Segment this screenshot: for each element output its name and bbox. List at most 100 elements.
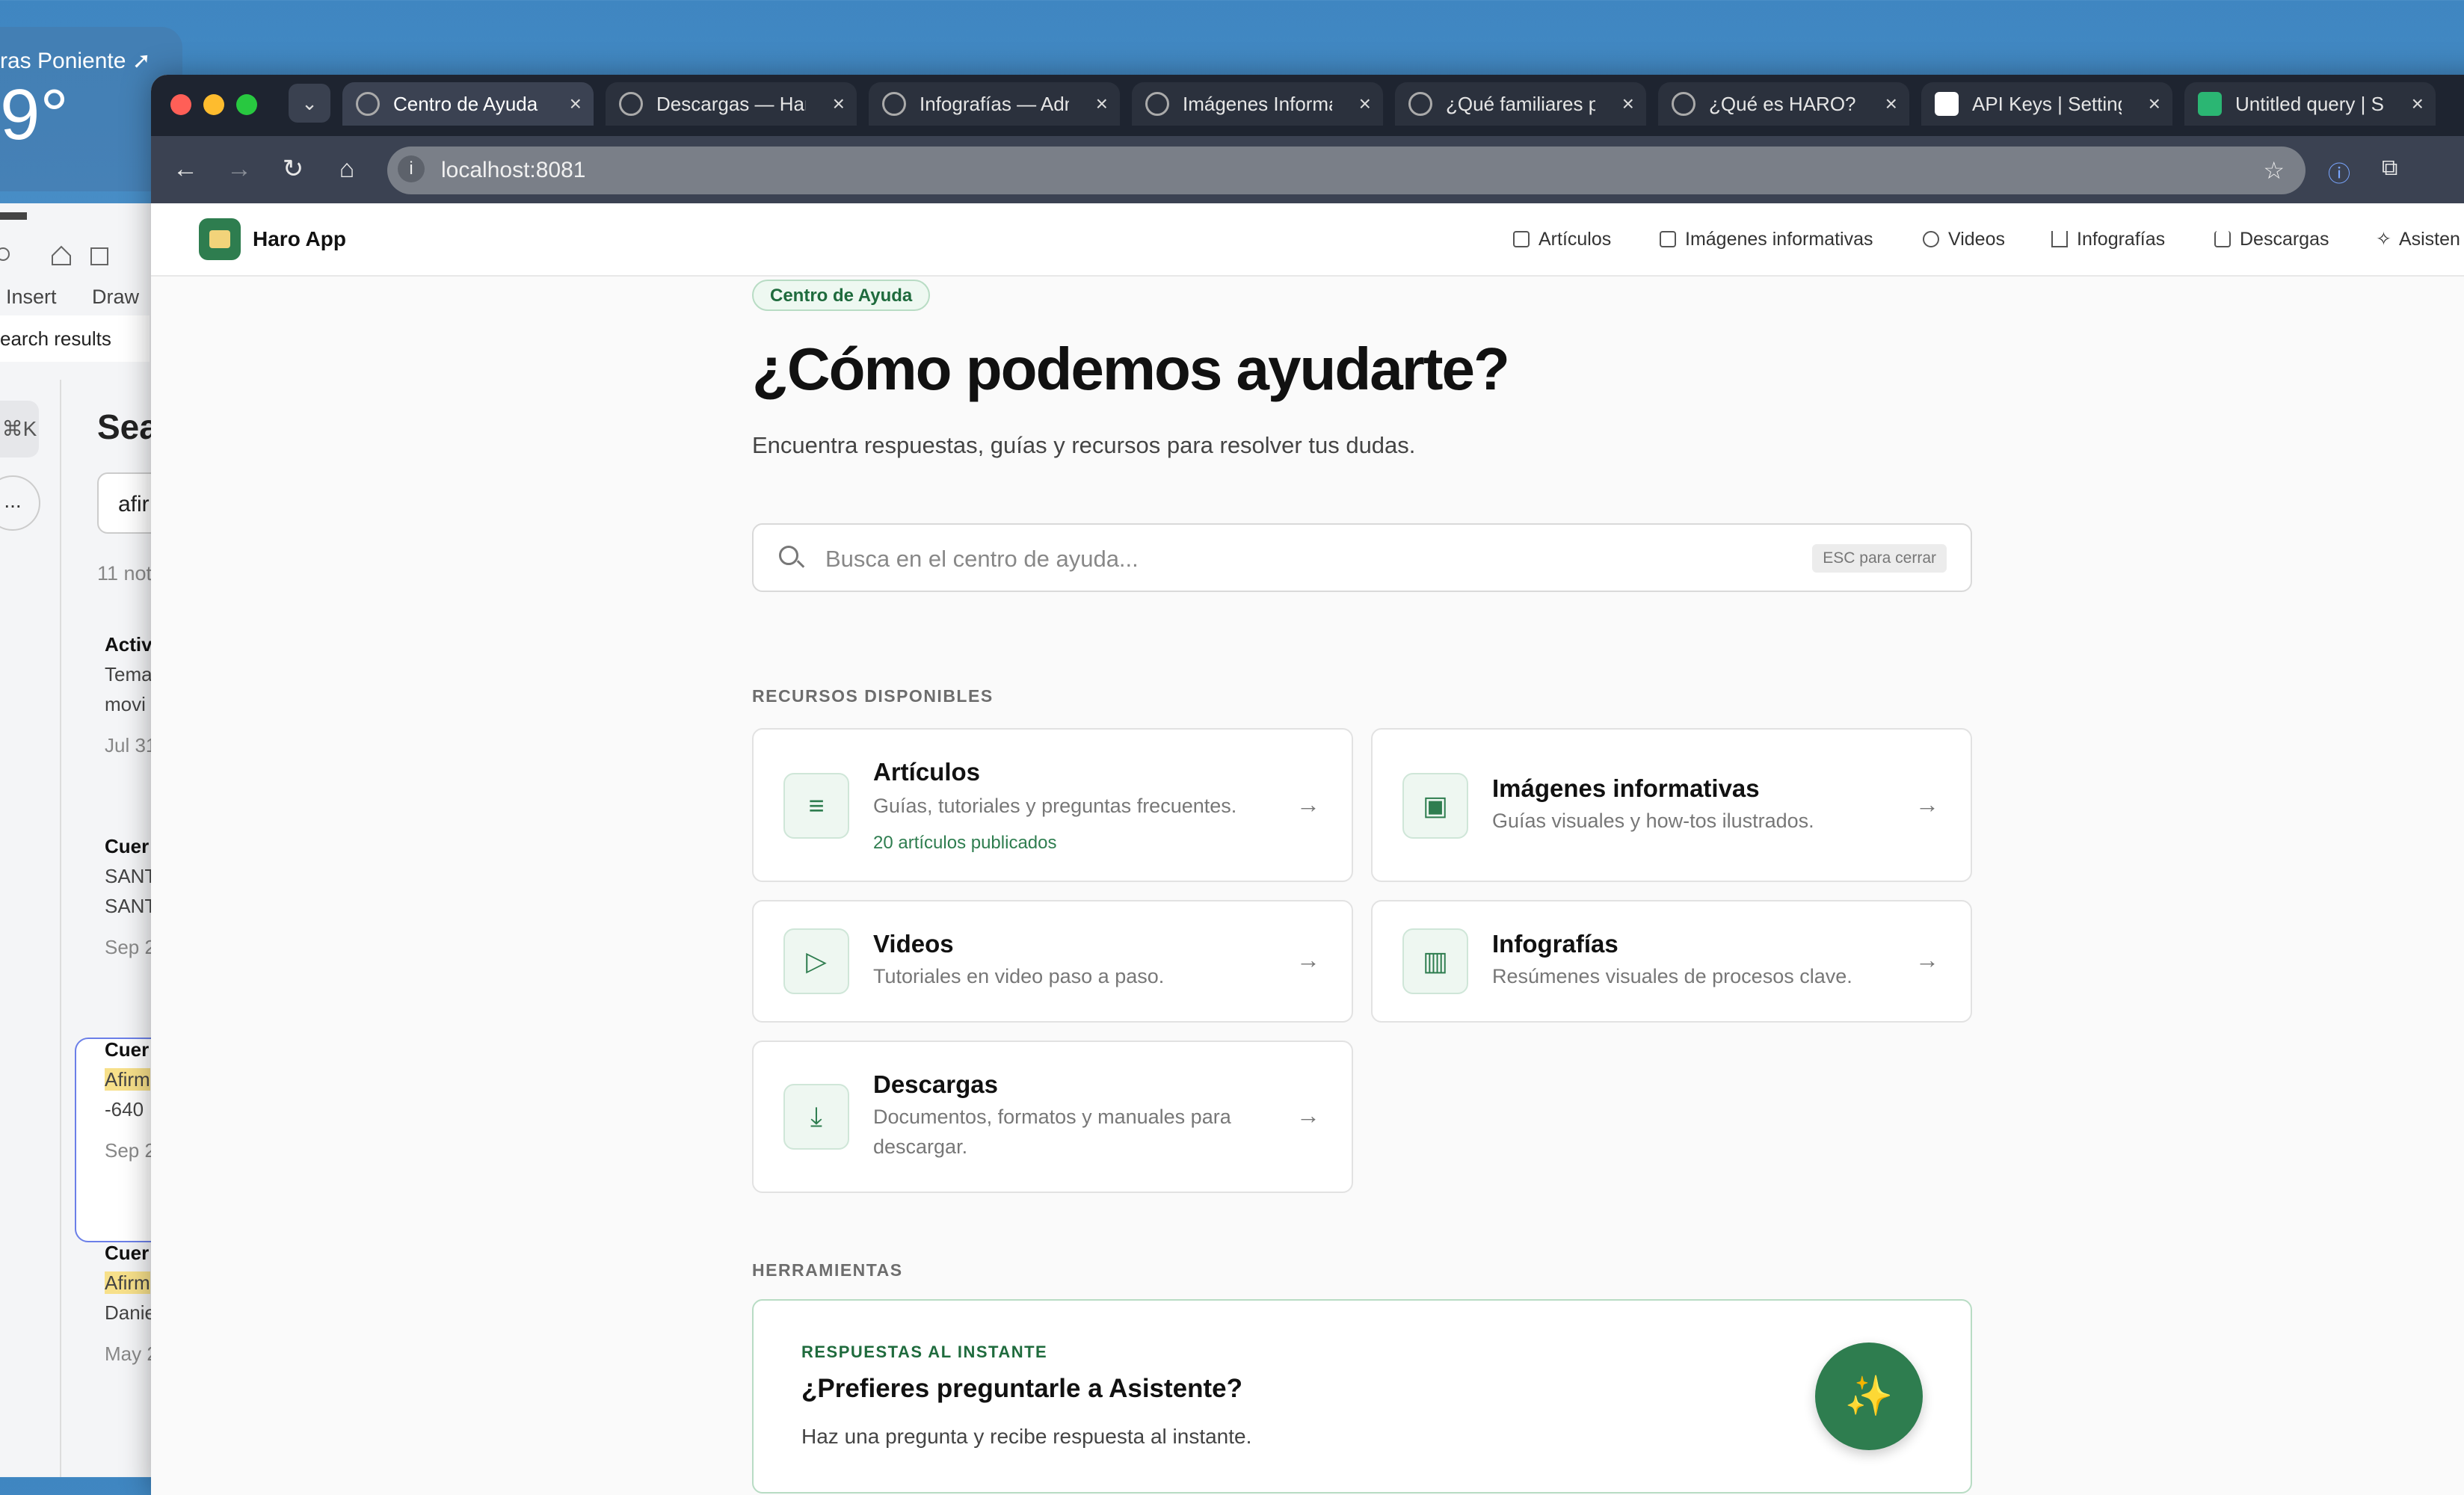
- help-center-page: Haro App Artículos Imágenes informativas…: [151, 203, 2464, 1495]
- browser-window: ⌄ Centro de Ayuda — × Descargas — Haro ×…: [151, 75, 2464, 1495]
- assistant-card[interactable]: RESPUESTAS AL INSTANTE ¿Prefieres pregun…: [752, 1299, 1972, 1494]
- assistant-title: ¿Prefieres preguntarle a Asistente?: [801, 1374, 1243, 1403]
- extensions-icon[interactable]: ⧉: [2382, 155, 2397, 181]
- tab-api-keys[interactable]: API Keys | Settings ×: [1921, 82, 2172, 126]
- search-results-tab[interactable]: earch results: [0, 315, 150, 362]
- note-highlight: Afirm: [105, 1068, 150, 1091]
- nav-videos[interactable]: Videos: [1923, 203, 2005, 275]
- home-icon[interactable]: ⌂: [330, 152, 363, 185]
- close-icon[interactable]: ×: [570, 82, 582, 126]
- back-arrow-icon[interactable]: ←: [169, 152, 202, 185]
- close-window-button[interactable]: [170, 94, 191, 115]
- nav-imagenes[interactable]: Imágenes informativas: [1660, 203, 1873, 275]
- address-bar: ← → ↻ ⌂ i localhost:8081 ☆ ⓘ ⧉: [151, 136, 2464, 203]
- page-subtitle: Encuentra respuestas, guías y recursos p…: [752, 432, 1416, 458]
- card-description: Resúmenes visuales de procesos clave.: [1492, 965, 1852, 987]
- tab-infografias[interactable]: Infografías — Admi ×: [869, 82, 1120, 126]
- download-icon: [2214, 231, 2231, 247]
- note-item[interactable]: Activ Tema movi Jul 31: [105, 629, 156, 771]
- nav-asistente[interactable]: ✧ Asisten: [2376, 203, 2460, 275]
- close-icon[interactable]: ×: [2412, 82, 2424, 126]
- tab-bar: ⌄ Centro de Ayuda — × Descargas — Haro ×…: [151, 75, 2464, 136]
- nav-infografias[interactable]: Infografías: [2051, 203, 2165, 275]
- download-icon: ⤓: [783, 1084, 849, 1150]
- card-meta: 20 artículos publicados: [873, 833, 1057, 853]
- card-title: Videos: [873, 930, 954, 958]
- card-title: Descargas: [873, 1070, 998, 1098]
- note-title: Cuer: [105, 835, 150, 857]
- card-description: Documentos, formatos y manuales para des…: [873, 1106, 1231, 1158]
- globe-icon: [1672, 92, 1695, 116]
- url-text: localhost:8081: [441, 158, 586, 182]
- tab-untitled-query[interactable]: Untitled query | SQ ×: [2184, 82, 2436, 126]
- card-title: Artículos: [873, 758, 981, 786]
- card-infografias[interactable]: ▥ Infografías Resúmenes visuales de proc…: [1371, 900, 1972, 1023]
- minimize-window-button[interactable]: [203, 94, 224, 115]
- card-imagenes[interactable]: ▣ Imágenes informativas Guías visuales y…: [1371, 728, 1972, 882]
- tab-label: ¿Qué es HARO? —: [1709, 93, 1858, 115]
- help-search-input[interactable]: [824, 540, 1724, 579]
- search-icon: [779, 546, 798, 565]
- url-bar[interactable]: i localhost:8081 ☆: [387, 147, 2306, 194]
- note-item[interactable]: Cuer SANT SANT Sep 2: [105, 831, 156, 973]
- more-button[interactable]: ...: [0, 475, 40, 531]
- home-icon[interactable]: [0, 239, 150, 269]
- tools-heading: HERRAMIENTAS: [752, 1260, 903, 1280]
- tab-familiares[interactable]: ¿Qué familiares pu ×: [1395, 82, 1646, 126]
- note-line: SANT: [105, 895, 157, 917]
- globe-icon: [882, 92, 906, 116]
- tab-label: API Keys | Settings: [1972, 93, 2122, 115]
- card-description: Tutoriales en video paso a paso.: [873, 965, 1165, 987]
- card-articulos[interactable]: ≡ Artículos Guías, tutoriales y pregunta…: [752, 728, 1353, 882]
- site-info-icon[interactable]: i: [398, 155, 425, 182]
- background-notes-app: Insert Draw earch results ⌘K ... Sea afi…: [0, 203, 197, 1477]
- weather-location: ras Poniente ➚: [0, 49, 151, 73]
- tab-label: Infografías — Admi: [920, 93, 1069, 115]
- card-descargas[interactable]: ⤓ Descargas Documentos, formatos y manua…: [752, 1041, 1353, 1193]
- card-videos[interactable]: ▷ Videos Tutoriales en video paso a paso…: [752, 900, 1353, 1023]
- globe-icon: [356, 92, 380, 116]
- close-icon[interactable]: ×: [1096, 82, 1108, 126]
- esc-hint: ESC para cerrar: [1812, 544, 1947, 573]
- tab-descargas[interactable]: Descargas — Haro ×: [606, 82, 857, 126]
- weather-temperature: 9°: [0, 75, 69, 155]
- nav-label: Asisten: [2398, 229, 2460, 250]
- nav-descargas[interactable]: Descargas: [2214, 203, 2329, 275]
- card-title: Infografías: [1492, 930, 1618, 958]
- close-icon[interactable]: ×: [2149, 82, 2160, 126]
- menu-draw[interactable]: Draw: [92, 286, 139, 308]
- close-icon[interactable]: ×: [1359, 82, 1371, 126]
- note-line: -640: [105, 1098, 144, 1121]
- nav-label: Imágenes informativas: [1685, 229, 1873, 250]
- tab-que-es-haro[interactable]: ¿Qué es HARO? — ×: [1658, 82, 1909, 126]
- nav-articulos[interactable]: Artículos: [1513, 203, 1611, 275]
- shortcut-button[interactable]: ⌘K: [0, 401, 39, 457]
- password-manager-icon[interactable]: ⓘ: [2328, 155, 2350, 188]
- tab-search-chevron-icon[interactable]: ⌄: [289, 84, 330, 123]
- close-icon[interactable]: ×: [1885, 82, 1897, 126]
- help-search[interactable]: ESC para cerrar: [752, 523, 1972, 592]
- note-item[interactable]: Cuer Afirm -640 Sep 2: [105, 1035, 155, 1177]
- arrow-right-icon: →: [1296, 946, 1320, 973]
- tab-imagenes[interactable]: Imágenes Informat ×: [1132, 82, 1383, 126]
- arrow-right-icon: →: [1915, 946, 1939, 973]
- tab-centro-de-ayuda[interactable]: Centro de Ayuda — ×: [342, 82, 594, 126]
- bookmark-star-icon[interactable]: ☆: [2263, 147, 2285, 194]
- assistant-sparkles-button[interactable]: ✨: [1815, 1343, 1923, 1450]
- brand-name: Haro App: [253, 227, 346, 250]
- bar-chart-icon: ▥: [1402, 928, 1468, 994]
- forward-arrow-icon[interactable]: →: [223, 152, 256, 185]
- arrow-right-icon: →: [1296, 1102, 1320, 1129]
- close-icon[interactable]: ×: [1622, 82, 1634, 126]
- menu-insert[interactable]: Insert: [6, 286, 57, 308]
- maximize-window-button[interactable]: [236, 94, 257, 115]
- toolbar-strip: [0, 212, 27, 220]
- note-date: Sep 2: [105, 936, 155, 958]
- supabase-logo-icon: [2198, 92, 2222, 116]
- note-item[interactable]: Cuer Afirm Danie May 2: [105, 1238, 158, 1380]
- nav-label: Descargas: [2240, 229, 2329, 250]
- reload-icon[interactable]: ↻: [277, 152, 309, 185]
- note-date: Jul 31: [105, 734, 157, 756]
- globe-icon: [1145, 92, 1169, 116]
- close-icon[interactable]: ×: [833, 82, 845, 126]
